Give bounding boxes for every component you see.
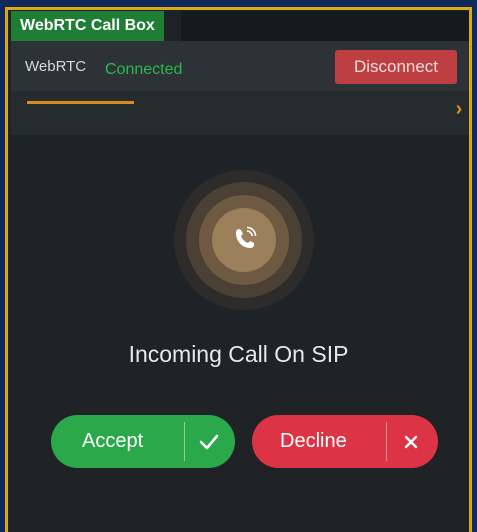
- phone-ringing-icon: [236, 226, 257, 248]
- status-bar: WebRTC Connected Disconnect: [11, 41, 469, 91]
- decline-divider: [386, 422, 387, 461]
- title-strip: [181, 11, 469, 41]
- disconnect-button[interactable]: Disconnect: [335, 50, 457, 84]
- decline-button[interactable]: Decline: [252, 415, 438, 468]
- check-icon: [199, 434, 219, 450]
- accept-button[interactable]: Accept: [51, 415, 235, 468]
- active-tab-indicator: [27, 101, 134, 104]
- chevron-right-icon[interactable]: ›: [451, 99, 467, 119]
- call-title: Incoming Call On SIP: [128, 341, 349, 367]
- tab-strip: ›: [11, 91, 469, 135]
- connection-name: WebRTC: [25, 58, 87, 75]
- accept-label: Accept: [82, 430, 144, 452]
- incoming-call-indicator: [174, 170, 314, 310]
- connection-status: Connected: [105, 61, 183, 78]
- accept-divider: [184, 422, 185, 461]
- decline-label: Decline: [280, 430, 347, 452]
- close-icon: [404, 435, 418, 449]
- widget-title: WebRTC Call Box: [11, 11, 164, 41]
